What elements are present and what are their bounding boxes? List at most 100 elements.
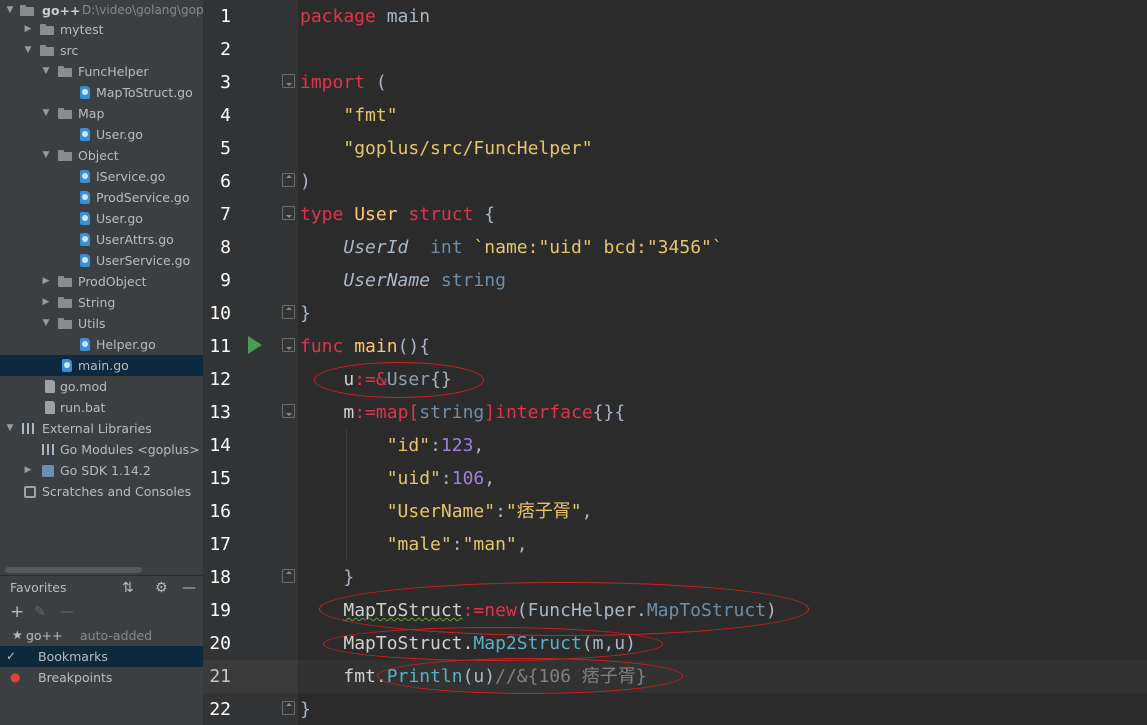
tree-item-funchelper[interactable]: ▼ FuncHelper — [0, 61, 203, 82]
tree-item-scratches[interactable]: Scratches and Consoles — [0, 481, 203, 502]
token: "UserName" — [386, 501, 496, 522]
token: : — [495, 501, 506, 522]
go-file-icon — [80, 128, 90, 141]
line-number: 14 — [209, 435, 231, 456]
token: package — [300, 6, 376, 27]
fold-icon[interactable] — [282, 74, 295, 88]
code-line-14[interactable]: "id":123, — [300, 429, 485, 462]
fold-icon[interactable] — [282, 173, 295, 187]
edit-icon[interactable]: ✎ — [34, 601, 46, 623]
tree-item-iservice-go[interactable]: IService.go — [0, 166, 203, 187]
chevron-down-icon[interactable]: ▼ — [22, 40, 34, 61]
code-line-15[interactable]: "uid":106, — [300, 462, 495, 495]
code-line-7[interactable]: type User struct { — [300, 198, 495, 231]
chevron-down-icon[interactable]: ▼ — [40, 103, 52, 124]
chevron-down-icon[interactable]: ▼ — [40, 313, 52, 334]
tree-item-go-modules[interactable]: Go Modules <goplus> — [0, 439, 203, 460]
tree-item-main-go[interactable]: main.go — [0, 355, 203, 376]
code-editor[interactable]: 1 2 3 4 5 6 7 8 9 10 11 12 13 14 15 16 1… — [203, 0, 1147, 725]
code-line-3[interactable]: import ( — [300, 66, 387, 99]
folder-icon — [58, 108, 72, 119]
chevron-down-icon[interactable]: ▼ — [40, 61, 52, 82]
chevron-right-icon[interactable]: ▶ — [40, 292, 52, 313]
tree-item-label: User.go — [96, 127, 143, 142]
code-line-20[interactable]: MapToStruct.Map2Struct(m,u) — [300, 627, 636, 660]
tree-item-map-user-go[interactable]: User.go — [0, 124, 203, 145]
folder-icon — [40, 45, 54, 56]
line-number: 16 — [209, 501, 231, 522]
tree-item-userattrs-go[interactable]: UserAttrs.go — [0, 229, 203, 250]
fold-icon[interactable] — [282, 701, 295, 715]
fold-icon[interactable] — [282, 338, 295, 352]
tree-item-maptostruct-go[interactable]: MapToStruct.go — [0, 82, 203, 103]
chevron-down-icon[interactable]: ▼ — [4, 0, 16, 21]
code-line-13[interactable]: m:=map[string]interface{}{ — [300, 396, 625, 429]
code-line-19[interactable]: MapToStruct:=new(FuncHelper.MapToStruct) — [300, 594, 777, 627]
tree-item-helper-go[interactable]: Helper.go — [0, 334, 203, 355]
token: "male" — [386, 534, 452, 555]
chevron-down-icon[interactable]: ▼ — [40, 145, 52, 166]
tree-item-object[interactable]: ▼ Object — [0, 145, 203, 166]
tree-item-string[interactable]: ▶ String — [0, 292, 203, 313]
token: , — [581, 501, 593, 522]
tree-item-label: ProdService.go — [96, 190, 190, 205]
token: (m,u) — [581, 633, 636, 654]
code-line-4[interactable]: "fmt" — [300, 99, 397, 132]
code-line-10[interactable]: } — [300, 297, 311, 330]
tree-item-external-libraries[interactable]: ▼ External Libraries — [0, 418, 203, 439]
code-line-16[interactable]: "UserName":"痞子胥", — [300, 495, 593, 528]
code-line-1[interactable]: package main — [300, 0, 430, 33]
chevron-down-icon[interactable]: ▼ — [4, 418, 16, 439]
tree-item-object-user-go[interactable]: User.go — [0, 208, 203, 229]
fold-icon[interactable] — [282, 305, 295, 319]
fold-icon[interactable] — [282, 206, 295, 220]
tree-root[interactable]: ▼ go++ D:\video\golang\gop — [0, 0, 203, 21]
remove-icon[interactable]: — — [60, 601, 74, 623]
favorites-item-project[interactable]: ★ go++ auto-added — [0, 625, 203, 646]
code-line-12[interactable]: u:=&User{} — [300, 363, 451, 396]
tree-item-prodobject[interactable]: ▶ ProdObject — [0, 271, 203, 292]
token: 123 — [440, 435, 474, 456]
code-line-5[interactable]: "goplus/src/FuncHelper" — [300, 132, 592, 165]
code-line-17[interactable]: "male":"man", — [300, 528, 528, 561]
tree-item-userservice-go[interactable]: UserService.go — [0, 250, 203, 271]
tree-item-utils[interactable]: ▼ Utils — [0, 313, 203, 334]
tree-item-label: Object — [78, 148, 119, 163]
code-line-8[interactable]: UserId int `name:"uid" bcd:"3456"` — [300, 231, 722, 264]
tree-item-go-sdk[interactable]: ▶ Go SDK 1.14.2 — [0, 460, 203, 481]
code-line-6[interactable]: ) — [300, 165, 311, 198]
tree-item-src[interactable]: ▼ src — [0, 40, 203, 61]
tree-item-prodservice-go[interactable]: ProdService.go — [0, 187, 203, 208]
tree-item-run-bat[interactable]: run.bat — [0, 397, 203, 418]
collapse-icon[interactable]: ⇅ — [122, 576, 134, 600]
gear-icon[interactable]: ⚙ — [155, 576, 168, 600]
fold-icon[interactable] — [282, 569, 295, 583]
token: //&{106 痞子胥} — [495, 666, 647, 687]
horizontal-scrollbar[interactable] — [5, 567, 142, 573]
add-icon[interactable]: + — [10, 601, 24, 623]
go-file-icon — [80, 233, 90, 246]
token: (FuncHelper. — [516, 600, 647, 621]
code-line-22[interactable]: } — [300, 693, 311, 725]
tree-item-go-mod[interactable]: go.mod — [0, 376, 203, 397]
token: := — [462, 600, 485, 621]
tree-item-map[interactable]: ▼ Map — [0, 103, 203, 124]
tree-root-name: go++ — [42, 3, 81, 18]
code-line-21[interactable]: fmt.Println(u)//&{106 痞子胥} — [300, 660, 647, 693]
favorites-item-bookmarks[interactable]: ✓ Bookmarks — [0, 646, 203, 667]
chevron-right-icon[interactable]: ▶ — [22, 19, 34, 40]
tree-item-label: UserAttrs.go — [96, 232, 174, 247]
code-line-11[interactable]: func main(){ — [300, 330, 430, 363]
chevron-right-icon[interactable]: ▶ — [22, 460, 34, 481]
minimize-icon[interactable]: — — [182, 576, 196, 600]
token: : — [430, 435, 441, 456]
token: , — [473, 435, 485, 456]
code-line-18[interactable]: } — [300, 561, 354, 594]
code-line-9[interactable]: UserName string — [300, 264, 506, 297]
fold-icon[interactable] — [282, 404, 295, 418]
tree-item-mytest[interactable]: ▶ mytest — [0, 19, 203, 40]
run-icon[interactable] — [248, 336, 262, 354]
favorites-item-breakpoints[interactable]: ● Breakpoints — [0, 667, 203, 688]
chevron-right-icon[interactable]: ▶ — [40, 271, 52, 292]
folder-icon — [58, 276, 72, 287]
